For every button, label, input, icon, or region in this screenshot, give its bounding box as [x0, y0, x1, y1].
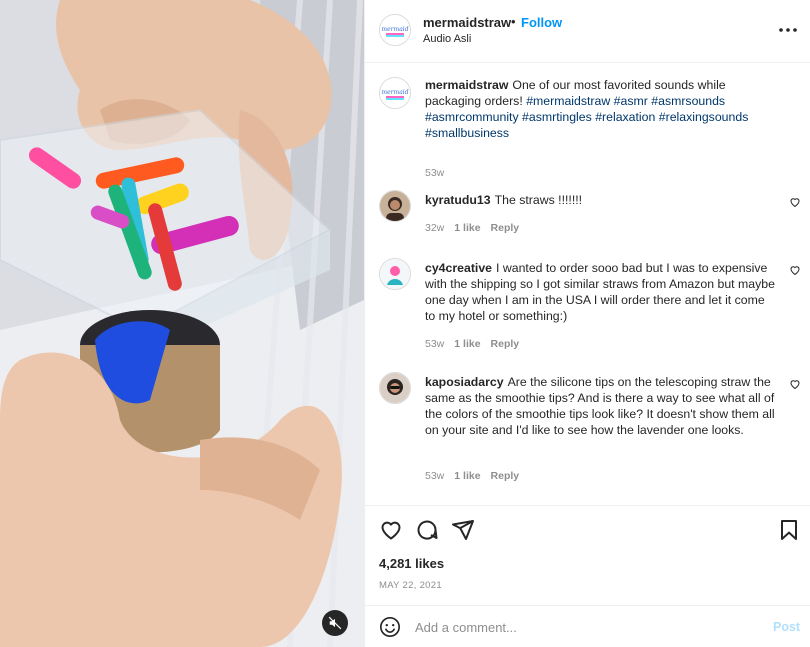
heart-icon[interactable]: [379, 518, 403, 542]
comment-body: The straws !!!!!!!: [494, 193, 583, 207]
author-username[interactable]: mermaidstraw: [423, 15, 511, 30]
commenter-username[interactable]: kaposiadarcy: [425, 375, 504, 389]
comment-time: 32w: [425, 222, 445, 234]
commenter-avatar[interactable]: [379, 190, 411, 222]
post-button[interactable]: Post: [773, 620, 800, 634]
reply-button[interactable]: Reply: [491, 222, 520, 234]
comment-likes[interactable]: 1 like: [454, 338, 480, 350]
follow-button[interactable]: Follow: [521, 15, 562, 30]
caption-text: mermaidstraw One of our most favorited so…: [425, 77, 770, 141]
caption-meta: 53w: [425, 167, 444, 179]
user-photo-icon: [380, 191, 410, 221]
emoji-icon[interactable]: [379, 616, 401, 638]
caption-username[interactable]: mermaidstraw: [425, 78, 508, 92]
hashtag[interactable]: #asmr: [614, 94, 648, 108]
commenter-avatar[interactable]: [379, 372, 411, 404]
post-panel: mermaid mermaidstraw • Follow Audio Asli…: [364, 0, 810, 647]
comment-meta: 32w 1 like Reply: [425, 222, 519, 234]
comment-likes[interactable]: 1 like: [454, 470, 480, 482]
svg-text:mermaid: mermaid: [381, 26, 408, 33]
comment-time: 53w: [425, 338, 445, 350]
mermaidstraw-logo-icon: mermaid: [380, 78, 410, 108]
hashtag[interactable]: #asmrcommunity: [425, 110, 519, 124]
add-comment-bar: Post: [365, 605, 810, 647]
post-media[interactable]: [0, 0, 364, 647]
more-options-button[interactable]: [777, 20, 799, 40]
comment-likes[interactable]: 1 like: [454, 222, 480, 234]
svg-text:mermaid: mermaid: [381, 89, 408, 96]
like-comment-heart-icon[interactable]: [789, 264, 801, 276]
user-photo-icon: [380, 373, 410, 403]
comment-text: kaposiadarcy Are the silicone tips on the…: [425, 374, 775, 438]
commenter-username[interactable]: kyratudu13: [425, 193, 491, 207]
caption-time: 53w: [425, 167, 445, 179]
comment-icon[interactable]: [415, 518, 439, 542]
likes-count[interactable]: 4,281 likes: [379, 556, 444, 571]
hashtag[interactable]: #mermaidstraw: [526, 94, 610, 108]
mermaidstraw-logo-icon: mermaid: [380, 15, 410, 45]
comment-text: kyratudu13 The straws !!!!!!!: [425, 192, 775, 208]
like-comment-heart-icon[interactable]: [789, 196, 801, 208]
hashtag[interactable]: #relaxation: [595, 110, 655, 124]
caption-avatar[interactable]: mermaid: [379, 77, 411, 109]
reply-button[interactable]: Reply: [491, 338, 520, 350]
comment-text: cy4creative I wanted to order sooo bad bu…: [425, 260, 775, 324]
author-avatar[interactable]: mermaid: [379, 14, 411, 46]
reply-button[interactable]: Reply: [491, 470, 520, 482]
more-horizontal-icon: [779, 28, 797, 32]
mute-button[interactable]: [322, 610, 348, 636]
comments-list[interactable]: mermaid mermaidstraw One of our most favo…: [365, 64, 810, 504]
audio-link[interactable]: Audio Asli: [423, 33, 471, 45]
comment-meta: 53w 1 like Reply: [425, 470, 519, 482]
hashtag[interactable]: #asmrsounds: [651, 94, 725, 108]
bookmark-icon[interactable]: [777, 518, 801, 542]
like-comment-heart-icon[interactable]: [789, 378, 801, 390]
action-bar: 4,281 likes MAY 22, 2021: [365, 505, 810, 605]
post-header: mermaid mermaidstraw • Follow Audio Asli: [365, 0, 810, 63]
comment-meta: 53w 1 like Reply: [425, 338, 519, 350]
user-photo-icon: [380, 259, 410, 289]
share-icon[interactable]: [451, 518, 475, 542]
hashtag[interactable]: #smallbusiness: [425, 126, 509, 140]
hashtag[interactable]: #asmrtingles: [522, 110, 592, 124]
hashtag[interactable]: #relaxingsounds: [659, 110, 749, 124]
speaker-muted-icon: [328, 616, 342, 630]
commenter-avatar[interactable]: [379, 258, 411, 290]
commenter-username[interactable]: cy4creative: [425, 261, 492, 275]
video-frame: [0, 0, 364, 647]
comment-time: 53w: [425, 470, 445, 482]
post-date: MAY 22, 2021: [379, 580, 442, 591]
comment-input[interactable]: [415, 616, 755, 638]
separator-dot: •: [511, 14, 516, 29]
